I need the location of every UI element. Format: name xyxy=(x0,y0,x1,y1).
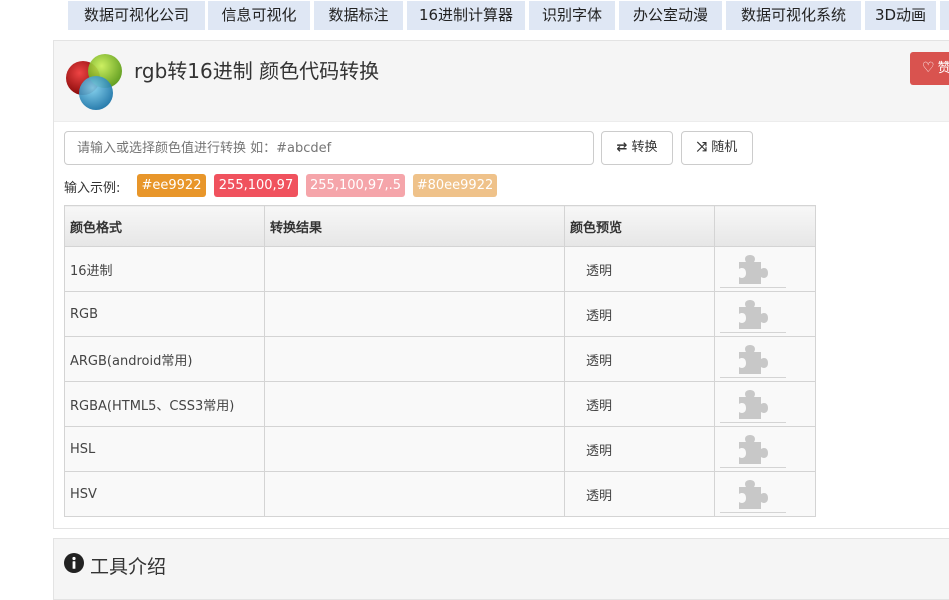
puzzle-icon xyxy=(739,389,768,419)
preview-cell: 透明 xyxy=(564,336,715,382)
column-header-preview: 颜色预览 xyxy=(564,205,715,247)
nav-tab-data-viz-system[interactable]: 数据可视化系统 xyxy=(726,1,861,30)
copy-button[interactable] xyxy=(720,476,786,513)
preview-value: 透明 xyxy=(586,443,613,459)
column-header-result: 转换结果 xyxy=(264,205,565,247)
panel-header: rgb转16进制 颜色代码转换 ♡ 赞 xyxy=(54,41,949,122)
preview-cell: 透明 xyxy=(564,471,715,517)
table-row: HSV 透明 xyxy=(64,471,816,517)
nav-tab-overflow[interactable] xyxy=(940,1,949,30)
preview-value: 透明 xyxy=(586,308,613,324)
example-chip-rgb[interactable]: 255,100,97 xyxy=(214,174,298,197)
tool-panel: rgb转16进制 颜色代码转换 ♡赞 ⇄转换 ⤨随机 输入示例: #ee9922… xyxy=(53,40,949,529)
conversion-table: 颜色格式 转换结果 颜色预览 16进制 透明 RGB 透明 ARGB(andro… xyxy=(64,205,816,517)
preview-value: 透明 xyxy=(586,398,613,414)
action-cell xyxy=(714,291,816,337)
table-row: HSL 透明 xyxy=(64,426,816,472)
convert-button[interactable]: ⇄ 转换 xyxy=(601,131,673,165)
like-button[interactable]: ♡ 赞 xyxy=(910,52,949,85)
section-title: 工具介绍 xyxy=(90,556,167,578)
action-cell xyxy=(714,246,816,292)
puzzle-icon xyxy=(739,254,768,284)
result-cell[interactable] xyxy=(264,291,565,337)
puzzle-icon xyxy=(739,479,768,509)
color-value-input[interactable] xyxy=(64,131,594,165)
format-cell: HSV xyxy=(64,471,265,517)
copy-button[interactable] xyxy=(720,386,786,423)
example-chip-argb[interactable]: #80ee9922 xyxy=(413,174,497,197)
like-label: 赞 xyxy=(937,61,949,76)
result-cell[interactable] xyxy=(264,426,565,472)
page-title: rgb转16进制 颜色代码转换 xyxy=(134,59,380,83)
puzzle-icon xyxy=(739,344,768,374)
nav-tab-3d-animation[interactable]: 3D动画 xyxy=(865,1,936,30)
exchange-icon: ⇄ xyxy=(616,140,628,155)
nav-tab-office-anime[interactable]: 办公室动漫 xyxy=(619,1,722,30)
action-cell xyxy=(714,426,816,472)
result-cell[interactable] xyxy=(264,471,565,517)
nav-tab-data-annotation[interactable]: 数据标注 xyxy=(314,1,403,30)
example-chip-rgba[interactable]: 255,100,97,.5 xyxy=(306,174,405,197)
column-header-action xyxy=(714,205,816,247)
copy-button[interactable] xyxy=(720,251,786,288)
puzzle-icon xyxy=(739,299,768,329)
format-cell: RGBA(HTML5、CSS3常用) xyxy=(64,381,265,427)
copy-button[interactable] xyxy=(720,341,786,378)
table-row: RGB 透明 xyxy=(64,291,816,337)
random-button[interactable]: ⤨ 随机 xyxy=(681,131,753,165)
color-circles-logo xyxy=(66,54,122,110)
copy-button[interactable] xyxy=(720,431,786,468)
preview-value: 透明 xyxy=(586,488,613,504)
preview-value: 透明 xyxy=(586,353,613,369)
preview-cell: 透明 xyxy=(564,426,715,472)
column-header-format: 颜色格式 xyxy=(64,205,265,247)
nav-tab-info-viz[interactable]: 信息可视化 xyxy=(208,1,310,30)
table-row: RGBA(HTML5、CSS3常用) 透明 xyxy=(64,381,816,427)
result-cell[interactable] xyxy=(264,246,565,292)
format-cell: ARGB(android常用) xyxy=(64,336,265,382)
shuffle-icon: ⤨ xyxy=(696,140,708,155)
puzzle-icon xyxy=(739,434,768,464)
preview-value: 透明 xyxy=(586,263,613,279)
action-cell xyxy=(714,336,816,382)
preview-cell: 透明 xyxy=(564,381,715,427)
heart-icon: ♡ xyxy=(922,60,935,76)
preview-cell: 透明 xyxy=(564,246,715,292)
table-row: ARGB(android常用) 透明 xyxy=(64,336,816,382)
format-cell: HSL xyxy=(64,426,265,472)
tool-intro-panel: 工具介绍 xyxy=(53,538,949,600)
preview-cell: 透明 xyxy=(564,291,715,337)
table-row: 16进制 透明 xyxy=(64,246,816,292)
action-cell xyxy=(714,471,816,517)
format-cell: 16进制 xyxy=(64,246,265,292)
format-cell: RGB xyxy=(64,291,265,337)
convert-label: 转换 xyxy=(631,140,658,155)
table-header-row: 颜色格式 转换结果 颜色预览 xyxy=(64,205,816,247)
result-cell[interactable] xyxy=(264,381,565,427)
nav-tab-font-recognition[interactable]: 识别字体 xyxy=(529,1,615,30)
example-chip-hex[interactable]: #ee9922 xyxy=(137,174,206,197)
info-circle-icon xyxy=(64,553,84,573)
nav-tab-hex-calculator[interactable]: 16进制计算器 xyxy=(407,1,525,30)
result-cell[interactable] xyxy=(264,336,565,382)
nav-tab-data-viz-company[interactable]: 数据可视化公司 xyxy=(68,1,205,30)
top-navigation: 数据可视化公司 信息可视化 数据标注 16进制计算器 识别字体 办公室动漫 数据… xyxy=(0,0,949,30)
examples-label: 输入示例: xyxy=(64,181,121,196)
random-label: 随机 xyxy=(711,140,738,155)
action-cell xyxy=(714,381,816,427)
copy-button[interactable] xyxy=(720,296,786,333)
